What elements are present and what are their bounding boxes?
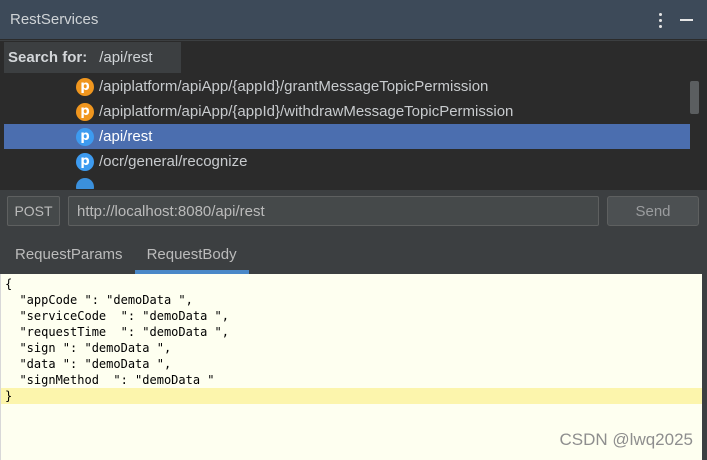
p-badge-icon: p [76,77,94,96]
result-path: /apiplatform/apiApp/{appId}/withdrawMess… [99,103,514,120]
code-line: "sign ": "demoData ", [5,341,172,355]
scrollbar-thumb[interactable] [690,81,699,114]
p-badge-icon: p [76,102,94,121]
http-method-select[interactable]: POST [7,196,60,226]
url-input[interactable] [68,196,599,226]
tab-request-params[interactable]: RequestParams [0,234,135,274]
p-badge-icon [76,177,94,189]
header-actions [659,0,693,40]
result-path: /api/rest [99,128,153,145]
send-button[interactable]: Send [607,196,699,226]
result-path: /ocr/general/recognize [99,153,248,170]
results-list: p /apiplatform/apiApp/{appId}/grantMessa… [4,74,690,189]
result-item[interactable]: p /apiplatform/apiApp/{appId}/withdrawMe… [4,99,690,124]
minimize-icon[interactable] [680,19,693,21]
search-field[interactable]: Search for: /api/rest [4,42,181,73]
results-scrollbar[interactable] [690,80,699,190]
search-input[interactable]: /api/rest [99,49,176,66]
result-path: /apiplatform/apiApp/{appId}/grantMessage… [99,78,489,95]
result-item-partial[interactable] [4,174,690,189]
code-line: "serviceCode ": "demoData ", [5,309,229,323]
code-line: "signMethod ": "demoData " [5,373,215,387]
watermark: CSDN @lwq2025 [559,430,693,449]
tab-request-body[interactable]: RequestBody [134,234,249,274]
code-line: "appCode ": "demoData ", [5,293,193,307]
more-options-icon[interactable] [659,12,662,28]
window-title: RestServices [10,11,99,28]
request-bar: POST Send [0,190,707,233]
code-line: { [5,277,13,291]
search-label: Search for: [8,49,88,66]
code-line: "requestTime ": "demoData ", [5,325,229,339]
p-badge-icon: p [76,152,94,171]
p-badge-icon: p [76,127,94,146]
request-tabs: RequestParams RequestBody [0,234,707,274]
result-item[interactable]: p /ocr/general/recognize [4,149,690,174]
code-line: "data ": "demoData ", [5,357,172,371]
code-line-current: } [1,388,702,404]
editor-right-edge [702,274,707,460]
result-item-selected[interactable]: p /api/rest [4,124,690,149]
search-popup: Search for: /api/rest p /apiplatform/api… [0,41,707,190]
tool-window-header: RestServices [0,0,707,40]
result-item[interactable]: p /apiplatform/apiApp/{appId}/grantMessa… [4,74,690,99]
